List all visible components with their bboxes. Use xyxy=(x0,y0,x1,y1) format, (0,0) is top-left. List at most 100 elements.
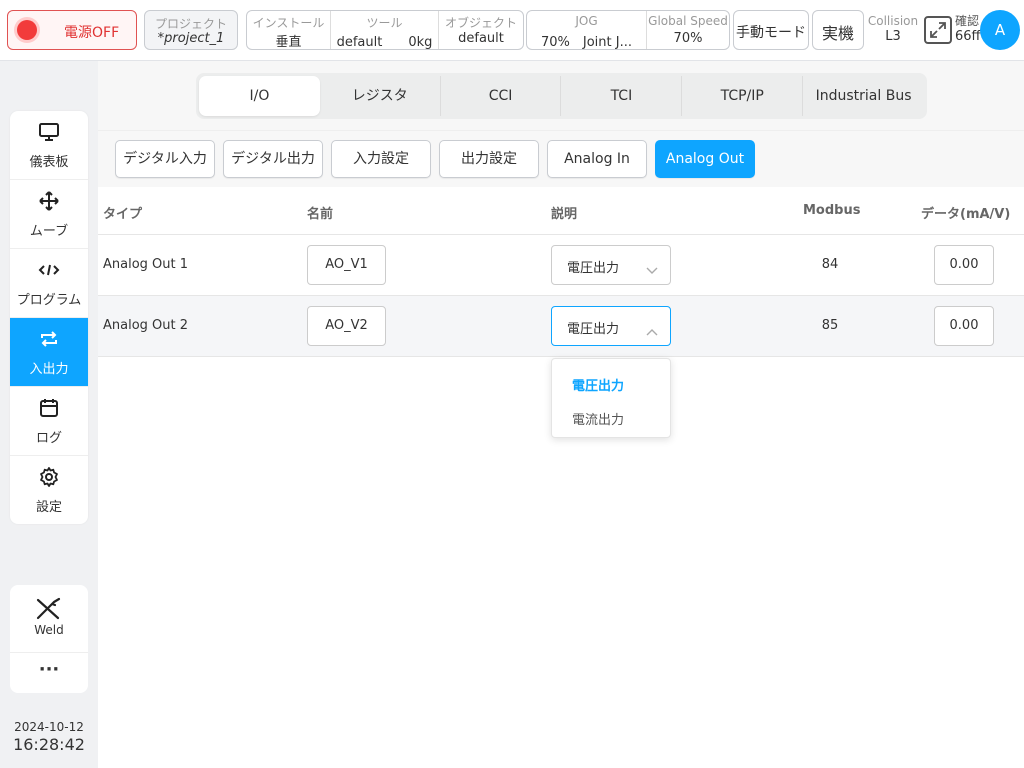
weld-label: Weld xyxy=(34,623,64,637)
tab-tcp-ip[interactable]: TCP/IP xyxy=(682,76,804,116)
sidebar-item-label: ログ xyxy=(35,431,62,446)
sidebar-item-settings[interactable]: 設定 xyxy=(10,456,88,524)
row-data-field[interactable]: 0.00 xyxy=(934,245,994,285)
sidebar-item-label: 設定 xyxy=(35,500,62,515)
install-tool[interactable]: ツール default 0kg xyxy=(331,11,439,50)
col-header-modbus: Modbus xyxy=(803,203,861,218)
io-tab-bar: I/O レジスタ CCI TCI TCP/IP Industrial Bus xyxy=(196,73,927,119)
col-header-type: タイプ xyxy=(103,207,143,222)
sidebar-item-label: プログラム xyxy=(16,293,82,308)
power-status-indicator xyxy=(17,20,37,40)
subtab-digital-input[interactable]: デジタル入力 xyxy=(115,140,215,178)
user-avatar[interactable]: A xyxy=(980,10,1020,50)
select-value: 電圧出力 xyxy=(567,261,620,276)
description-dropdown-menu: 電圧出力 電流出力 xyxy=(551,358,671,438)
subtab-output-config[interactable]: 出力設定 xyxy=(439,140,539,178)
expand-icon[interactable] xyxy=(924,16,952,44)
sidebar-item-label: ムーブ xyxy=(29,224,69,239)
sidebar-item-label: 入出力 xyxy=(29,362,69,377)
clock: 2024-10-12 16:28:42 xyxy=(0,720,98,754)
subtab-analog-out[interactable]: Analog Out xyxy=(655,140,755,178)
dropdown-option-voltage[interactable]: 電圧出力 xyxy=(572,375,624,394)
project-name: *project_1 xyxy=(157,31,225,46)
row-name-field[interactable]: AO_V2 xyxy=(307,306,386,346)
col-header-name: 名前 xyxy=(307,207,334,222)
chevron-up-icon xyxy=(646,321,658,340)
time-display: 16:28:42 xyxy=(13,735,85,754)
tab-industrial-bus[interactable]: Industrial Bus xyxy=(803,76,924,116)
tab-cci[interactable]: CCI xyxy=(441,76,562,116)
more-menu-button[interactable]: ··· xyxy=(10,653,88,693)
power-button-label: 電源OFF xyxy=(64,25,120,41)
chevron-down-icon xyxy=(646,260,658,279)
select-value: 電圧出力 xyxy=(567,322,620,337)
global-speed[interactable]: Global Speed 70% xyxy=(647,11,729,49)
install-tool-label: ツール xyxy=(366,16,403,30)
table-header: タイプ 名前 説明 Modbus データ(mA/V) xyxy=(98,187,1024,235)
subtab-input-config[interactable]: 入力設定 xyxy=(331,140,431,178)
sidebar-item-io[interactable]: 入出力 xyxy=(10,318,88,387)
col-header-data: データ(mA/V) xyxy=(921,207,1011,222)
swap-arrows-icon xyxy=(10,328,88,350)
sidebar-item-label: 儀表板 xyxy=(29,155,69,170)
install-object[interactable]: オブジェクト default xyxy=(439,11,523,49)
weld-torch-icon xyxy=(10,597,88,621)
code-icon xyxy=(10,259,88,281)
row-data-field[interactable]: 0.00 xyxy=(934,306,994,346)
io-subtabs: デジタル入力 デジタル出力 入力設定 出力設定 Analog In Analog… xyxy=(98,131,1024,187)
sidebar-item-log[interactable]: ログ xyxy=(10,387,88,456)
date-display: 2024-10-12 xyxy=(14,720,84,734)
table-row: Analog Out 2 AO_V2 電圧出力 85 0.00 xyxy=(98,296,1024,357)
top-bar: 電源OFF プロジェクト *project_1 インストール 垂直 ツール de… xyxy=(0,0,1024,61)
global-speed-value: 70% xyxy=(673,31,703,46)
sidebar-plugins: Weld ··· xyxy=(10,585,88,693)
collision-level[interactable]: Collision L3 xyxy=(866,14,920,44)
row-type: Analog Out 1 xyxy=(103,257,189,272)
sidebar-item-program[interactable]: プログラム xyxy=(10,249,88,318)
monitor-icon xyxy=(10,121,88,143)
table-row: Analog Out 1 AO_V1 電圧出力 84 0.00 xyxy=(98,235,1024,296)
row-description-select[interactable]: 電圧出力 xyxy=(551,306,671,346)
jog-speed[interactable]: JOG 70% Joint J... xyxy=(527,11,647,50)
jog-label: JOG xyxy=(575,14,598,28)
collision-value: L3 xyxy=(885,29,901,44)
install-object-value: default xyxy=(458,31,504,46)
sidebar-item-dashboard[interactable]: 儀表板 xyxy=(10,111,88,180)
row-modbus: 85 xyxy=(821,318,839,333)
row-name-field[interactable]: AO_V1 xyxy=(307,245,386,285)
main-panel: I/O レジスタ CCI TCI TCP/IP Industrial Bus デ… xyxy=(98,61,1024,768)
real-machine-button[interactable]: 実機 xyxy=(812,10,864,50)
move-arrows-icon xyxy=(10,190,88,212)
install-orientation-label: インストール xyxy=(252,16,325,30)
real-machine-label: 実機 xyxy=(821,24,854,43)
manual-mode-button[interactable]: 手動モード xyxy=(733,10,809,50)
project-label: プロジェクト xyxy=(154,17,227,31)
install-orientation[interactable]: インストール 垂直 xyxy=(247,11,331,50)
installation-info[interactable]: インストール 垂直 ツール default 0kg オブジェクト default xyxy=(246,10,524,50)
col-header-description: 説明 xyxy=(551,207,578,222)
row-description-select[interactable]: 電圧出力 xyxy=(551,245,671,285)
dropdown-option-current[interactable]: 電流出力 xyxy=(572,409,624,428)
power-off-button[interactable]: 電源OFF xyxy=(7,10,137,50)
subtab-digital-output[interactable]: デジタル出力 xyxy=(223,140,323,178)
tabs-container: I/O レジスタ CCI TCI TCP/IP Industrial Bus xyxy=(98,61,1024,131)
global-speed-label: Global Speed xyxy=(648,14,728,28)
row-type: Analog Out 2 xyxy=(103,318,189,333)
gear-icon xyxy=(10,466,88,488)
sidebar-item-weld[interactable]: Weld xyxy=(10,585,88,653)
project-selector[interactable]: プロジェクト *project_1 xyxy=(144,10,238,50)
tab-tci[interactable]: TCI xyxy=(561,76,683,116)
sidebar-item-move[interactable]: ムーブ xyxy=(10,180,88,249)
install-tool-value: default 0kg xyxy=(336,35,433,50)
tab-io[interactable]: I/O xyxy=(199,76,320,116)
collision-label: Collision xyxy=(867,14,919,28)
speed-info[interactable]: JOG 70% Joint J... Global Speed 70% xyxy=(526,10,730,50)
tab-register[interactable]: レジスタ xyxy=(320,76,441,116)
row-modbus: 84 xyxy=(821,257,839,272)
manual-mode-label: 手動モード xyxy=(736,25,806,41)
subtab-analog-in[interactable]: Analog In xyxy=(547,140,647,178)
sidebar-nav: 儀表板 ムーブ プログラム 入出力 ログ 設定 xyxy=(10,111,88,524)
calendar-icon xyxy=(10,397,88,419)
install-object-label: オブジェクト xyxy=(444,16,517,30)
jog-value: 70% Joint J... xyxy=(541,35,632,50)
